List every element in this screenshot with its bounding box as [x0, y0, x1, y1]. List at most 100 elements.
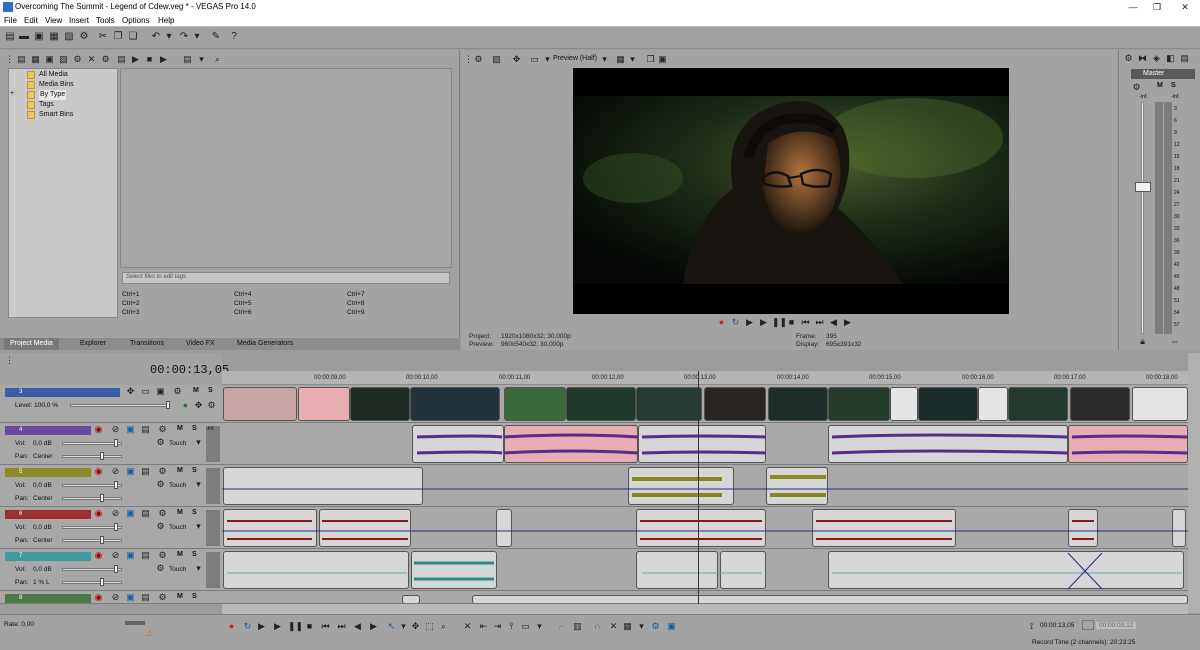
next-frame-icon[interactable]: ▶: [368, 621, 379, 632]
automation-icon[interactable]: ▤: [140, 592, 151, 603]
video-clip[interactable]: [978, 387, 1008, 421]
video-clip[interactable]: [350, 387, 410, 421]
tab-explorer[interactable]: Explorer: [74, 338, 112, 350]
close-button[interactable]: ✕: [1178, 1, 1192, 13]
playhead-cursor[interactable]: [698, 371, 699, 614]
audio-track-lane-8[interactable]: [222, 591, 1188, 604]
arm-record-icon[interactable]: ◉: [93, 466, 104, 477]
track-settings-gear-icon[interactable]: ⚙: [172, 386, 183, 397]
paste-icon[interactable]: ❏: [127, 31, 139, 43]
volume-slider-handle[interactable]: [114, 523, 118, 531]
arm-record-icon[interactable]: ◉: [93, 550, 104, 561]
mute-button[interactable]: M: [177, 509, 183, 516]
menu-file[interactable]: File: [4, 16, 17, 25]
pan-slider-handle[interactable]: [100, 578, 104, 586]
track-settings-gear-icon[interactable]: ⚙: [157, 424, 168, 435]
stop-icon[interactable]: ■: [304, 621, 315, 632]
pan-slider[interactable]: [62, 539, 122, 542]
level-slider-handle[interactable]: [166, 401, 170, 409]
track-fx-icon[interactable]: ▣: [125, 592, 136, 603]
video-clip[interactable]: [223, 387, 297, 421]
automation-dropdown-icon[interactable]: ▾: [193, 521, 204, 532]
volume-slider[interactable]: [62, 526, 122, 529]
go-to-start-icon[interactable]: ⏮: [800, 317, 811, 328]
copy-icon[interactable]: ❐: [112, 31, 124, 43]
cursor-time-value[interactable]: 00:00:13,05: [1040, 622, 1074, 629]
tag-shortcut[interactable]: Ctrl+1: [122, 291, 140, 298]
track-settings-gear-icon[interactable]: ⚙: [157, 508, 168, 519]
play-from-start-icon[interactable]: ▶: [256, 621, 267, 632]
mute-button[interactable]: M: [177, 425, 183, 432]
make-compositing-child-icon[interactable]: ▭: [140, 386, 151, 397]
loop-playback-icon[interactable]: ↻: [730, 317, 741, 328]
go-to-start-icon[interactable]: ⏮: [320, 621, 331, 632]
tab-media-generators[interactable]: Media Generators: [231, 338, 299, 350]
tag-shortcut[interactable]: Ctrl+8: [347, 300, 365, 307]
expand-by-type-icon[interactable]: +: [10, 90, 14, 97]
tag-shortcut[interactable]: Ctrl+3: [122, 309, 140, 316]
volume-slider-handle[interactable]: [114, 565, 118, 573]
audio-track-lane-4[interactable]: [222, 423, 1188, 465]
automation-mode[interactable]: Touch: [169, 440, 186, 447]
whats-this-help-icon[interactable]: ?: [228, 31, 240, 43]
menu-edit[interactable]: Edit: [24, 16, 38, 25]
solo-button[interactable]: S: [192, 551, 197, 558]
maximize-button[interactable]: ❐: [1150, 1, 1164, 13]
edit-tool-dropdown-icon[interactable]: ▾: [398, 621, 409, 632]
insert-bus-icon[interactable]: ⧓: [1137, 53, 1148, 64]
tag-edit-input[interactable]: Select files to edit tags: [122, 272, 450, 284]
video-clip[interactable]: [1008, 387, 1068, 421]
play-icon[interactable]: ▶: [272, 621, 283, 632]
record-icon[interactable]: ●: [226, 621, 237, 632]
mute-button[interactable]: M: [177, 593, 183, 600]
ignore-event-grouping-icon[interactable]: ▣: [666, 621, 677, 632]
volume-slider-handle[interactable]: [114, 481, 118, 489]
panel-grip-icon[interactable]: ⋮: [4, 355, 15, 366]
track-header-video[interactable]: 3 ✥ ▭ ▣ ⚙ M S Level: 100,0 % ● ✥ ⚙: [0, 385, 222, 423]
video-clip[interactable]: [636, 387, 702, 421]
quality-dropdown-icon[interactable]: ▾: [599, 54, 610, 65]
split-screen-icon[interactable]: ✥: [511, 54, 522, 65]
track-fx-icon[interactable]: ▣: [155, 386, 166, 397]
track-settings-gear-icon[interactable]: ⚙: [157, 550, 168, 561]
automation-dropdown-icon[interactable]: ▾: [193, 563, 204, 574]
track-fx-icon[interactable]: ▣: [125, 424, 136, 435]
redo-dropdown-icon[interactable]: ▾: [191, 31, 203, 43]
audio-clip[interactable]: [402, 595, 420, 603]
next-frame-icon[interactable]: ▶: [842, 317, 853, 328]
level-slider[interactable]: [70, 404, 170, 407]
invert-phase-icon[interactable]: ⊘: [110, 424, 121, 435]
automation-dropdown-icon[interactable]: ▾: [193, 479, 204, 490]
tab-transitions[interactable]: Transitions: [124, 338, 170, 350]
automation-gear-icon[interactable]: ⚙: [155, 437, 166, 448]
media-settings-icon[interactable]: ⚙: [100, 54, 111, 65]
track-fx-icon[interactable]: ▣: [125, 550, 136, 561]
lock-icon[interactable]: ▭: [520, 621, 531, 632]
media-properties-gear-icon[interactable]: ⚙: [72, 54, 83, 65]
timeline-horizontal-scrollbar[interactable]: [222, 604, 1188, 614]
video-fx-icon[interactable]: ▧: [491, 54, 502, 65]
tag-shortcut[interactable]: Ctrl+9: [347, 309, 365, 316]
arm-record-icon[interactable]: ◉: [93, 508, 104, 519]
ripple-dropdown-icon[interactable]: ▾: [636, 621, 647, 632]
preview-properties-gear-icon[interactable]: ⚙: [473, 54, 484, 65]
search-icon[interactable]: ⌕: [212, 54, 223, 65]
tag-shortcut[interactable]: Ctrl+5: [234, 300, 252, 307]
automation-icon[interactable]: ▤: [140, 550, 151, 561]
views-icon[interactable]: ▤: [116, 54, 127, 65]
insert-command-marker-icon[interactable]: ▥: [572, 621, 583, 632]
solo-button[interactable]: S: [208, 387, 213, 394]
media-list-area[interactable]: [120, 68, 452, 268]
mute-button[interactable]: M: [177, 551, 183, 558]
arm-record-icon[interactable]: ◉: [93, 424, 104, 435]
tree-item-smart-bins[interactable]: Smart Bins: [39, 110, 73, 120]
automation-gear-icon[interactable]: ⚙: [155, 479, 166, 490]
video-clip[interactable]: [828, 387, 890, 421]
video-clip[interactable]: [1132, 387, 1188, 421]
remove-media-icon[interactable]: ✕: [86, 54, 97, 65]
track-fx-icon[interactable]: ▣: [125, 466, 136, 477]
audio-track-lane-7[interactable]: [222, 549, 1188, 591]
menu-options[interactable]: Options: [122, 16, 150, 25]
video-clip[interactable]: [504, 387, 566, 421]
solo-button[interactable]: S: [192, 509, 197, 516]
